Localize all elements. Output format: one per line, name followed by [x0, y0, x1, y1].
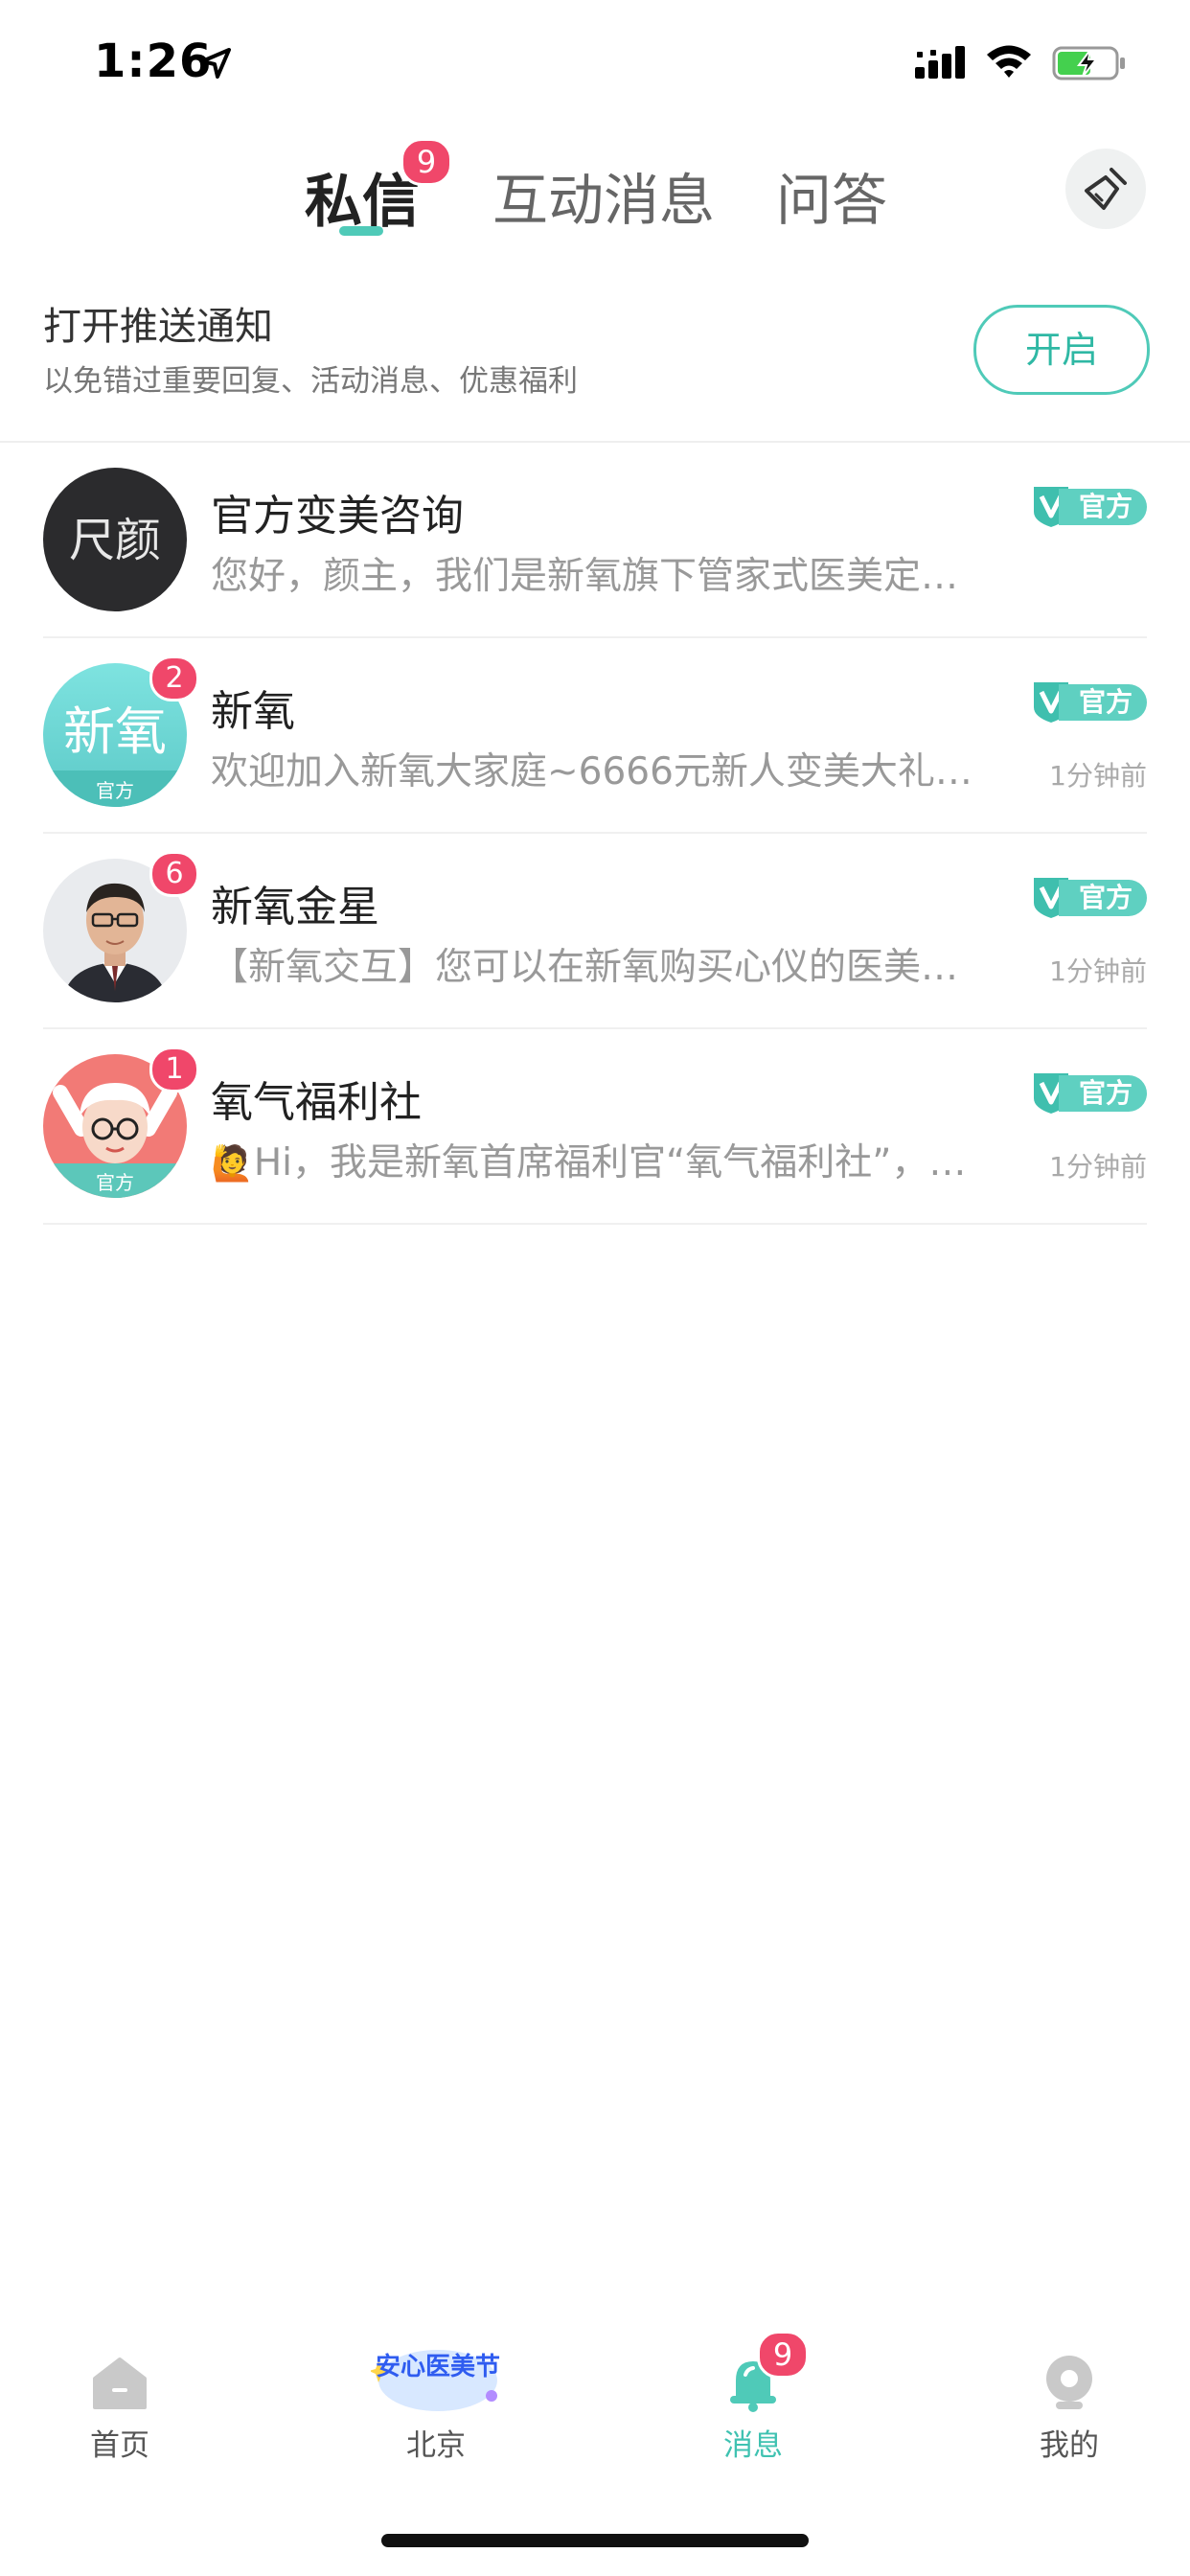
wifi-icon [987, 45, 1031, 78]
tab-interaction-messages[interactable]: 互动消息 [492, 155, 715, 236]
battery-charging-icon [1052, 46, 1125, 80]
nav-messages[interactable]: 9 消息 [657, 2323, 849, 2486]
conversation-preview: 【新氧交互】您可以在新氧购买心仪的医美… [211, 946, 959, 989]
nav-messages-label: 消息 [723, 2428, 783, 2463]
status-time: 1:26 [94, 34, 213, 88]
conversation-preview: 欢迎加入新氧大家庭~6666元新人变美大礼… [211, 750, 973, 794]
location-arrow-icon [200, 48, 231, 79]
conversation-item[interactable]: 官方 1 氧气福利社 官方 🙋Hi，我是新氧首席福利官“氧气福利社”，… 1分钟… [0, 1029, 1190, 1225]
home-icon [93, 2358, 147, 2409]
raising-hand-emoji: 🙋 [211, 1144, 254, 1184]
broom-icon [1085, 168, 1127, 210]
clear-unread-button[interactable] [1065, 149, 1146, 229]
avatar-logo-text: 新氧 [63, 702, 167, 762]
conversation-preview: 🙋Hi，我是新氧首席福利官“氧气福利社”，… [211, 1133, 1030, 1186]
cellular-signal-icon [915, 46, 965, 79]
conversation-time: 1分钟前 [1049, 1151, 1147, 1183]
conversation-name: 新氧 [211, 687, 295, 736]
nav-home-label: 首页 [90, 2428, 149, 2463]
conversation-time: 1分钟前 [1049, 760, 1147, 792]
push-notice-subtitle: 以免错过重要回复、活动消息、优惠福利 [43, 364, 578, 399]
unread-badge: 1 [149, 1046, 199, 1092]
festival-banner-text-1: 安心医美节 [376, 2352, 500, 2381]
conversation-item[interactable]: 新氧 官方 2 新氧 官方 欢迎加入新氧大家庭~6666元新人变美大礼… 1分钟… [0, 638, 1190, 834]
nav-mine[interactable]: 我的 [973, 2323, 1165, 2486]
conversation-item[interactable]: 6 新氧金星 官方 【新氧交互】您可以在新氧购买心仪的医美… 1分钟前 [0, 834, 1190, 1029]
avatar-official-text: 官方 [96, 779, 134, 802]
messages-badge: 9 [757, 2331, 809, 2379]
home-indicator [381, 2534, 809, 2547]
push-notification-banner: 打开推送通知 以免错过重要回复、活动消息、优惠福利 开启 [0, 278, 1190, 441]
profile-icon [1046, 2356, 1092, 2409]
top-tabs: 私信 9 互动消息 问答 [0, 134, 1190, 259]
unread-badge: 6 [149, 851, 199, 897]
nav-city-label: 北京 [406, 2428, 466, 2463]
enable-push-button[interactable]: 开启 [973, 305, 1150, 395]
avatar: 尺颜 [43, 468, 187, 611]
conversation-list: 尺颜 官方变美咨询 官方 您好，颜主，我们是新氧旗下管家式医美定… 新氧 官方 … [0, 443, 1190, 1225]
tab-qa[interactable]: 问答 [776, 155, 887, 236]
nav-home[interactable]: 首页 [24, 2323, 216, 2486]
conversation-name: 新氧金星 [211, 883, 379, 932]
official-tag: 官方 [1030, 485, 1147, 529]
unread-badge: 2 [149, 656, 199, 702]
conversation-time: 1分钟前 [1049, 955, 1147, 987]
status-bar: 1:26 [0, 0, 1190, 126]
avatar-logo-text: 尺颜 [69, 514, 161, 567]
official-tag: 官方 [1030, 1071, 1147, 1116]
official-label: 官方 [1059, 489, 1147, 525]
official-tag: 官方 [1030, 680, 1147, 724]
private-messages-badge: 9 [400, 138, 452, 186]
conversation-name: 官方变美咨询 [211, 492, 464, 540]
official-tag: 官方 [1030, 876, 1147, 920]
nav-city[interactable]: 安心医美节 北京 [340, 2323, 532, 2486]
bottom-navigation: 首页 安心医美节 北京 9 消息 我的 [0, 2323, 1190, 2486]
avatar-official-text: 官方 [96, 1171, 134, 1194]
push-notice-title: 打开推送通知 [43, 305, 273, 349]
festival-banner-icon: 安心医美节 [371, 2350, 500, 2411]
conversation-preview: 您好，颜主，我们是新氧旗下管家式医美定… [211, 555, 959, 598]
nav-mine-label: 我的 [1040, 2428, 1099, 2463]
active-tab-indicator [339, 226, 383, 236]
official-label: 官方 [1059, 880, 1147, 916]
conversation-name: 氧气福利社 [211, 1078, 422, 1127]
official-label: 官方 [1059, 1075, 1147, 1112]
conversation-item[interactable]: 尺颜 官方变美咨询 官方 您好，颜主，我们是新氧旗下管家式医美定… [0, 443, 1190, 638]
conversation-preview-text: Hi，我是新氧首席福利官“氧气福利社”，… [253, 1141, 967, 1184]
official-label: 官方 [1059, 684, 1147, 721]
